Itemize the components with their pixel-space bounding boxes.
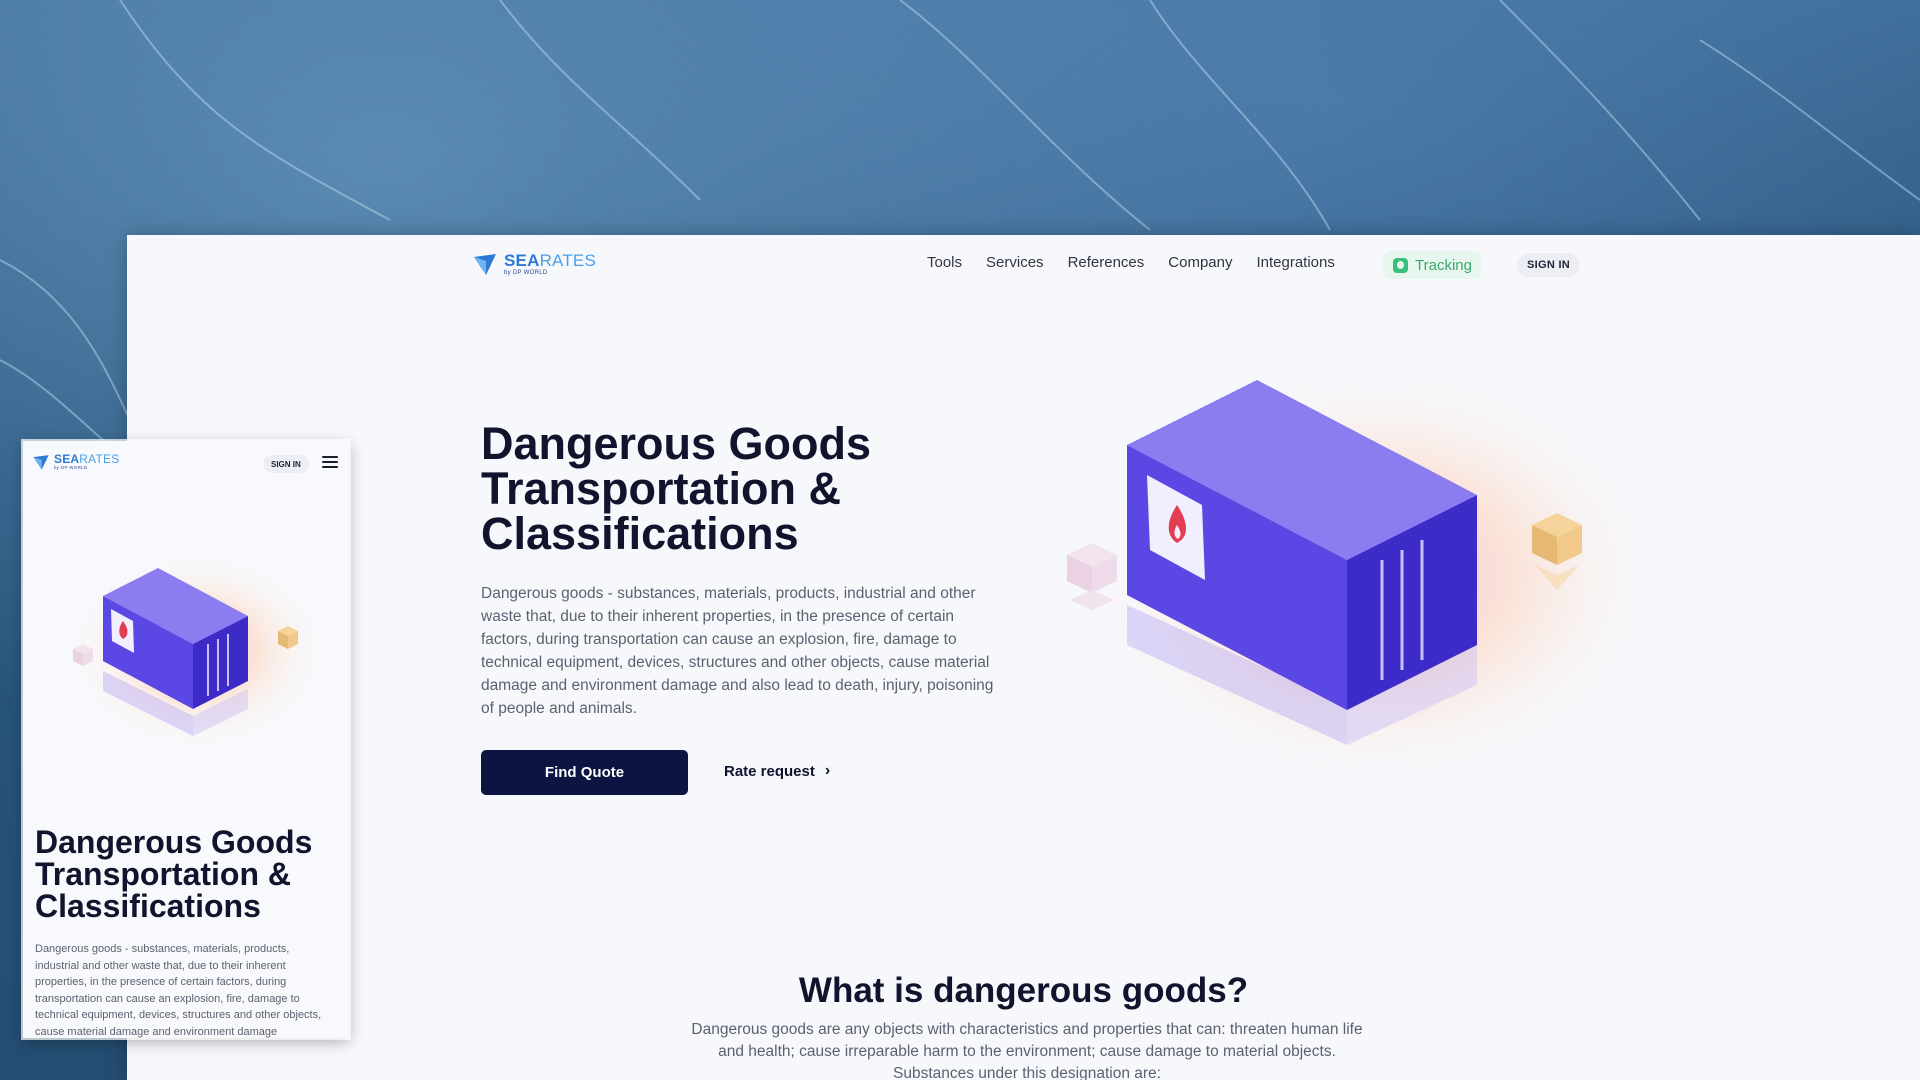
- sign-in-button[interactable]: SIGN IN: [1517, 253, 1581, 277]
- desktop-screenshot: SEARATES by DP WORLD Tools Services Refe…: [127, 235, 1920, 1080]
- mobile-hero-description: Dangerous goods - substances, materials,…: [35, 943, 322, 1038]
- brand-tagline: by DP WORLD: [504, 270, 548, 276]
- find-quote-button[interactable]: Find Quote: [481, 750, 688, 795]
- mobile-brand-tagline: by DP WORLD: [54, 465, 88, 471]
- tracking-label: Tracking: [1415, 256, 1472, 274]
- mobile-hero-title: Dangerous Goods Transportation & Classif…: [35, 824, 313, 924]
- nav-link-company[interactable]: Company: [1168, 254, 1232, 271]
- brand-logo[interactable]: SEARATES by DP WORLD: [472, 251, 596, 277]
- nav-link-integrations[interactable]: Integrations: [1256, 254, 1334, 271]
- mobile-brand-name: SEARATES: [54, 452, 120, 467]
- mobile-screenshot: SEARATES by DP WORLD SIGN IN Dangerous G…: [23, 441, 349, 1038]
- nav-link-services[interactable]: Services: [986, 254, 1044, 271]
- mobile-sign-in-button[interactable]: SIGN IN: [263, 455, 309, 473]
- nav-link-tools[interactable]: Tools: [927, 254, 962, 271]
- hamburger-menu-icon[interactable]: [322, 456, 338, 469]
- rate-request-link[interactable]: Rate request ›: [724, 762, 830, 780]
- nav-link-references[interactable]: References: [1068, 254, 1145, 271]
- brand-name: SEARATES: [504, 251, 596, 270]
- searates-logo-icon: [33, 455, 49, 470]
- tracking-icon: [1393, 257, 1408, 273]
- mobile-container-illustration: [68, 551, 328, 751]
- section-title: What is dangerous goods?: [798, 971, 1249, 1010]
- section-text: Dangerous goods are any objects with cha…: [691, 1021, 1363, 1080]
- nav-links: Tools Services References Company Integr…: [927, 254, 1335, 271]
- top-navigation: SEARATES by DP WORLD Tools Services Refe…: [127, 235, 1920, 295]
- hero-description: Dangerous goods - substances, materials,…: [481, 585, 994, 717]
- container-illustration: [1067, 365, 1677, 785]
- mobile-brand-logo[interactable]: SEARATES by DP WORLD: [32, 453, 119, 471]
- chevron-right-icon: ›: [824, 762, 831, 779]
- searates-logo-icon: [474, 254, 496, 275]
- tracking-button[interactable]: Tracking: [1383, 251, 1482, 279]
- rate-request-label: Rate request: [724, 762, 815, 780]
- hero-title: Dangerous Goods Transportation & Classif…: [481, 418, 872, 559]
